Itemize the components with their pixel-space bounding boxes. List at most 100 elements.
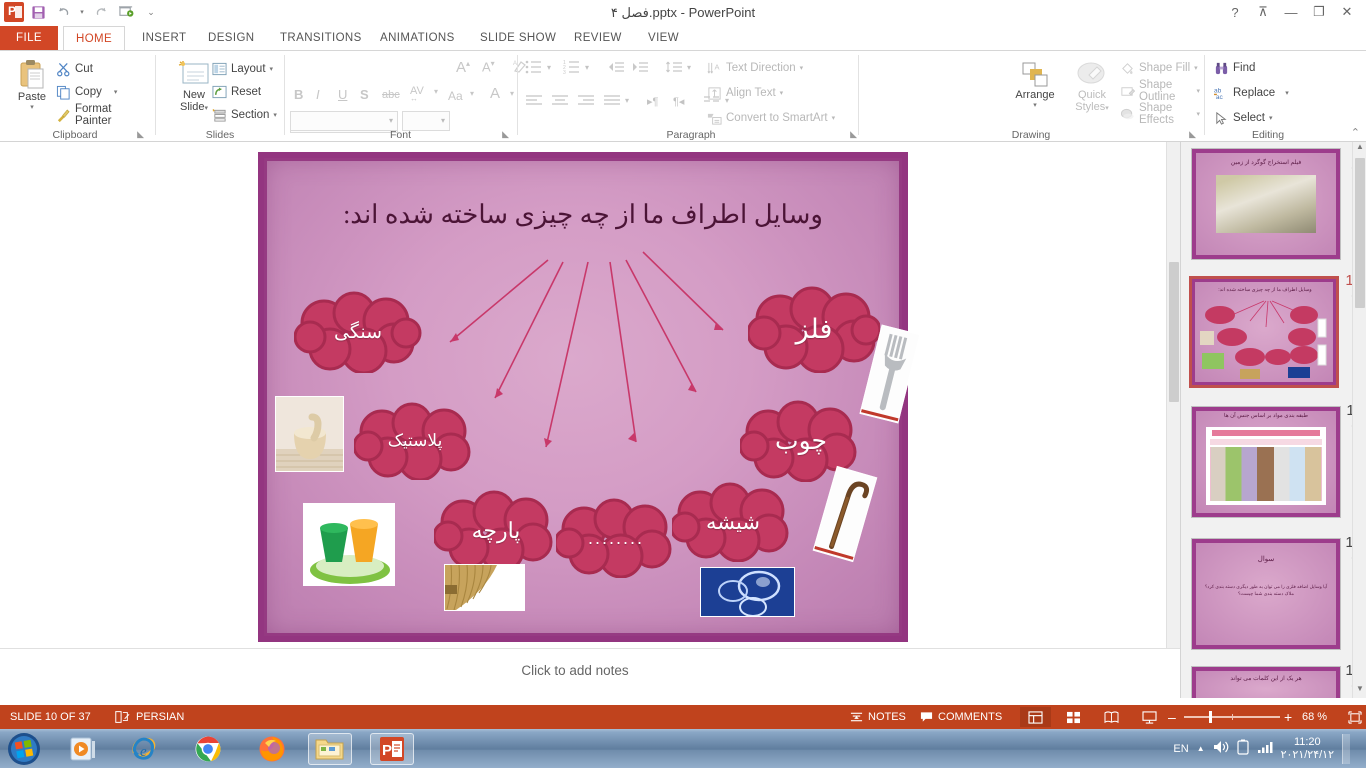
- strikethrough-button[interactable]: abc: [382, 89, 400, 101]
- cloud-parche[interactable]: پارچه: [434, 490, 558, 572]
- language-indicator-tray[interactable]: EN: [1173, 743, 1188, 755]
- chrome-icon[interactable]: [186, 733, 230, 765]
- language-indicator[interactable]: PERSIAN: [136, 705, 184, 729]
- increase-font-size-button[interactable]: A▴: [456, 59, 470, 76]
- bold-button[interactable]: B: [294, 87, 303, 102]
- bullets-button[interactable]: [525, 59, 543, 78]
- cloud-sangi[interactable]: سنگی: [294, 291, 422, 373]
- reset-button[interactable]: Reset: [212, 83, 261, 101]
- collapse-ribbon-button[interactable]: ⌃: [1351, 126, 1360, 139]
- notes-placeholder[interactable]: Click to add notes: [0, 663, 1150, 678]
- text-shadow-button[interactable]: S: [360, 87, 369, 102]
- replace-button[interactable]: abac Replace ▾: [1214, 84, 1289, 102]
- font-color-dropdown-icon[interactable]: ▾: [510, 89, 514, 98]
- close-button[interactable]: ✕: [1334, 2, 1360, 22]
- underline-button[interactable]: U: [338, 87, 347, 102]
- shape-outline-button[interactable]: Shape Outline ▾: [1120, 82, 1200, 100]
- comments-toggle-button[interactable]: COMMENTS: [912, 707, 1010, 727]
- font-size-dropdown-icon[interactable]: ▾: [441, 116, 445, 125]
- thumbnail-slide-10[interactable]: وسایل اطراف ما از چه چیزی ساخته شده اند:: [1189, 276, 1339, 388]
- line-spacing-button[interactable]: [665, 60, 683, 77]
- help-button[interactable]: ?: [1222, 2, 1248, 22]
- italic-button[interactable]: I: [316, 87, 320, 102]
- quick-styles-button[interactable]: Quick Styles▾: [1066, 61, 1118, 113]
- font-size-box[interactable]: ▾: [402, 111, 450, 131]
- character-spacing-dropdown-icon[interactable]: ▾: [434, 87, 438, 96]
- cloud-blank[interactable]: ........: [556, 498, 676, 578]
- shape-effects-button[interactable]: Shape Effects ▾: [1120, 105, 1200, 123]
- battery-icon[interactable]: [1237, 739, 1249, 758]
- arrange-button[interactable]: Arrange ▾: [1006, 61, 1064, 109]
- character-spacing-button[interactable]: AV↔: [410, 85, 424, 103]
- tab-home[interactable]: HOME: [63, 26, 125, 50]
- slide-show-button[interactable]: [1134, 707, 1165, 727]
- tab-review[interactable]: REVIEW: [562, 26, 634, 50]
- slide-canvas[interactable]: وسایل اطراف ما از چه چیزی ساخته شده اند:…: [258, 152, 908, 642]
- cloud-plastic[interactable]: پلاستیک: [354, 402, 476, 480]
- clock[interactable]: 11:20 ۲۰۲۱/۲۴/۱۲: [1281, 736, 1334, 762]
- slide-title[interactable]: وسایل اطراف ما از چه چیزی ساخته شده اند:: [288, 200, 878, 230]
- plastic-cups-image[interactable]: [303, 503, 395, 586]
- tab-transitions[interactable]: TRANSITIONS: [268, 26, 374, 50]
- font-color-button[interactable]: A: [490, 85, 500, 102]
- thumbnail-slide-11[interactable]: طبقه بندی مواد بر اساس جنس آن ها: [1191, 406, 1341, 518]
- tab-design[interactable]: DESIGN: [196, 26, 267, 50]
- thumbnail-slide-9[interactable]: فیلم استخراج گوگرد از زمین: [1191, 148, 1341, 260]
- align-right-button[interactable]: [577, 93, 595, 110]
- copy-button[interactable]: Copy ▾: [56, 83, 117, 101]
- change-case-dropdown-icon[interactable]: ▾: [470, 89, 474, 98]
- change-case-button[interactable]: Aa: [448, 89, 463, 103]
- spell-check-icon[interactable]: [114, 705, 130, 729]
- mortar-pestle-image[interactable]: [275, 396, 344, 472]
- text-direction-button[interactable]: A Text Direction ▾: [707, 59, 803, 77]
- normal-view-button[interactable]: [1020, 707, 1051, 727]
- align-center-button[interactable]: [551, 93, 569, 110]
- cut-button[interactable]: Cut: [56, 60, 93, 78]
- tab-insert[interactable]: INSERT: [130, 26, 198, 50]
- zoom-level-label[interactable]: 68 %: [1302, 705, 1327, 729]
- shape-fill-button[interactable]: Shape Fill ▾: [1120, 59, 1198, 77]
- slide-scrollbar[interactable]: [1166, 142, 1180, 648]
- select-button[interactable]: Select ▾: [1214, 109, 1272, 127]
- font-dialog-launcher[interactable]: ◣: [502, 129, 509, 140]
- tab-view[interactable]: VIEW: [636, 26, 691, 50]
- media-player-icon[interactable]: [62, 733, 106, 765]
- thumbnail-scrollbar-thumb[interactable]: [1355, 158, 1365, 308]
- align-text-button[interactable]: Align Text ▾: [707, 84, 783, 102]
- reading-view-button[interactable]: [1096, 707, 1127, 727]
- start-orb[interactable]: [2, 733, 46, 765]
- network-icon[interactable]: [1257, 740, 1273, 757]
- glass-marbles-image[interactable]: [700, 567, 795, 617]
- ltr-direction-button[interactable]: ▸¶: [647, 95, 658, 108]
- thumbnail-scroll-up-icon[interactable]: ▲: [1354, 142, 1366, 156]
- fabric-curtain-image[interactable]: [444, 564, 525, 611]
- internet-explorer-icon[interactable]: e: [122, 733, 166, 765]
- show-hidden-icons-button[interactable]: ▲: [1197, 744, 1205, 753]
- tab-animations[interactable]: ANIMATIONS: [368, 26, 467, 50]
- thumbnail-slide-13[interactable]: هر یک از این کلمات می تواند: [1191, 666, 1341, 698]
- tab-slide-show[interactable]: SLIDE SHOW: [468, 26, 568, 50]
- find-button[interactable]: Find: [1214, 59, 1255, 77]
- cloud-felez[interactable]: فلز: [748, 285, 880, 373]
- notes-pane[interactable]: Click to add notes: [0, 648, 1180, 698]
- zoom-in-button[interactable]: +: [1284, 705, 1292, 729]
- file-explorer-icon[interactable]: [308, 733, 352, 765]
- decrease-font-size-button[interactable]: A▾: [482, 59, 495, 74]
- slide-indicator[interactable]: SLIDE 10 OF 37: [10, 705, 91, 729]
- font-name-box[interactable]: ▾: [290, 111, 398, 131]
- rtl-direction-button[interactable]: ¶◂: [673, 95, 684, 108]
- decrease-indent-button[interactable]: [607, 60, 625, 77]
- show-desktop-button[interactable]: [1342, 734, 1350, 764]
- notes-toggle-button[interactable]: NOTES: [842, 707, 914, 727]
- justify-button[interactable]: [603, 93, 621, 110]
- numbering-button[interactable]: 123: [563, 59, 581, 78]
- line-spacing-dropdown-icon[interactable]: ▾: [687, 63, 691, 72]
- zoom-slider-thumb[interactable]: [1209, 711, 1212, 723]
- format-painter-button[interactable]: Format Painter: [56, 106, 150, 124]
- bullets-dropdown-icon[interactable]: ▾: [547, 63, 551, 72]
- clipboard-dialog-launcher[interactable]: ◣: [137, 129, 144, 140]
- thumbnail-scroll-down-icon[interactable]: ▼: [1354, 684, 1366, 698]
- increase-indent-button[interactable]: [631, 60, 649, 77]
- volume-icon[interactable]: [1213, 740, 1229, 757]
- layout-button[interactable]: Layout ▾: [212, 60, 273, 78]
